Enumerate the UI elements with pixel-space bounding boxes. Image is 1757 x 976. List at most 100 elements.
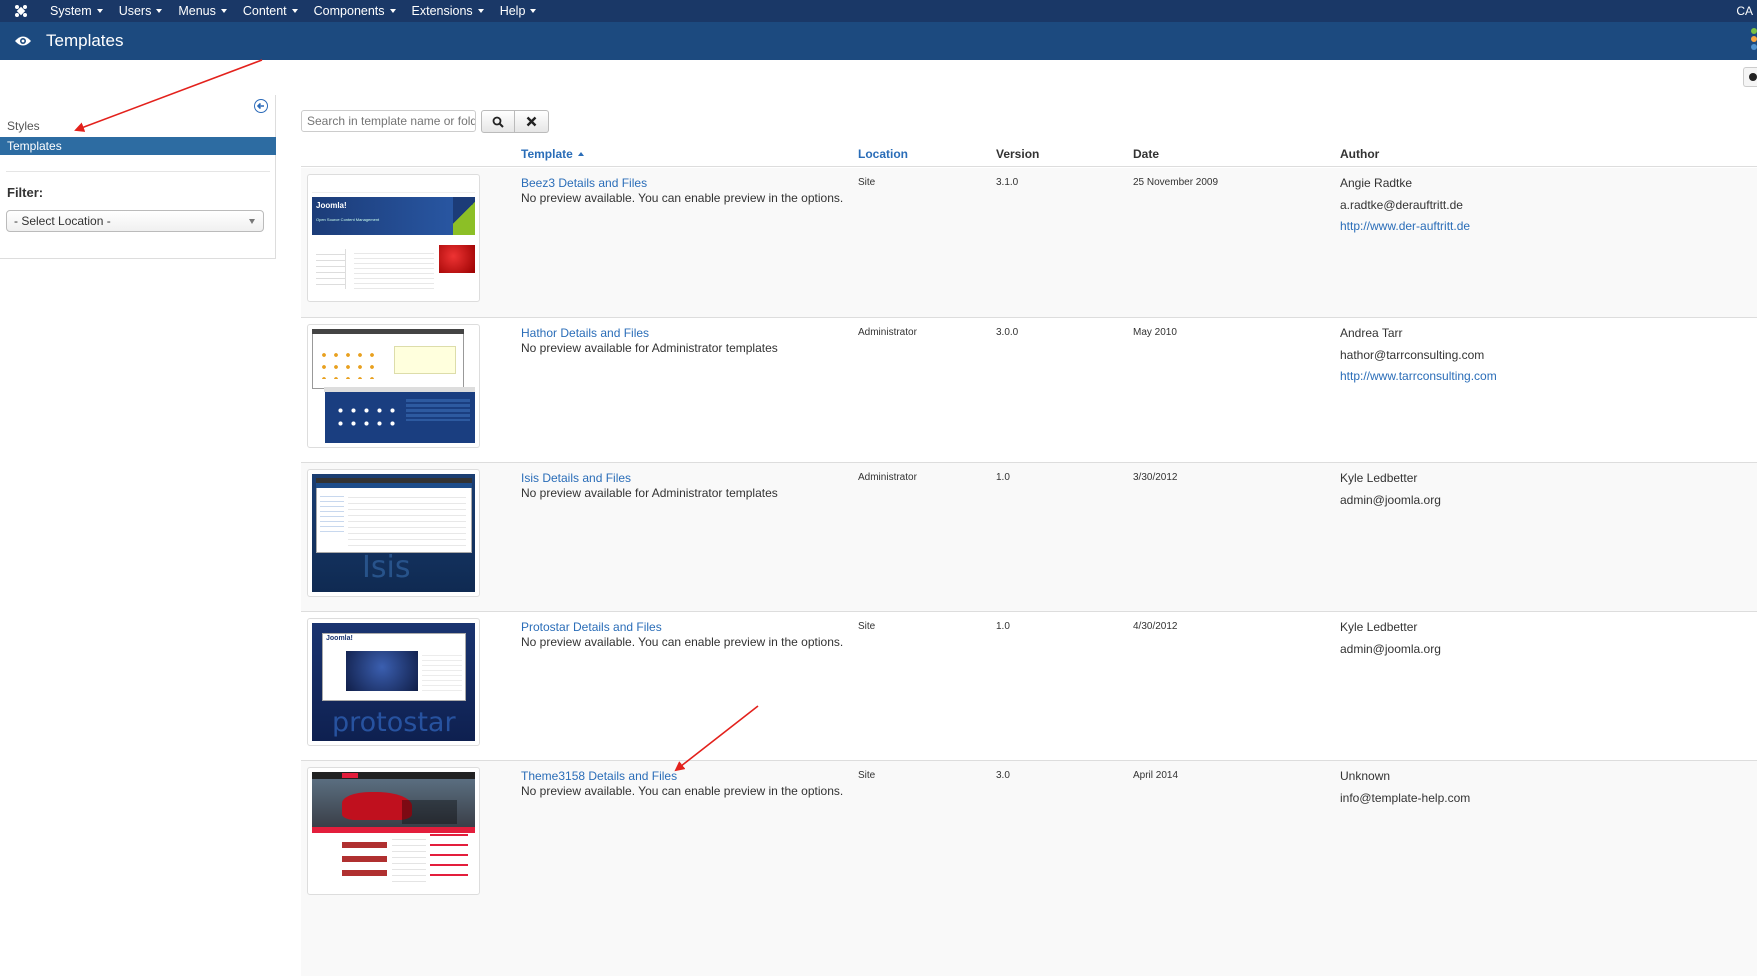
author-name: Kyle Ledbetter bbox=[1340, 471, 1418, 485]
template-link[interactable]: Theme3158 Details and Files bbox=[521, 769, 843, 783]
template-link[interactable]: Isis Details and Files bbox=[521, 471, 778, 485]
template-link[interactable]: Hathor Details and Files bbox=[521, 326, 778, 340]
template-name-cell: Hathor Details and Files No preview avai… bbox=[521, 326, 778, 355]
version-cell: 3.0 bbox=[996, 770, 1010, 781]
preview-note: No preview available for Administrator t… bbox=[521, 486, 778, 500]
table-row: Isis Isis Details and Files No preview a… bbox=[301, 463, 1757, 612]
template-name-cell: Beez3 Details and Files No preview avail… bbox=[521, 176, 843, 205]
author-cell: Kyle Ledbetter admin@joomla.org bbox=[1340, 471, 1441, 514]
date-cell: May 2010 bbox=[1133, 327, 1177, 338]
version-cell: 1.0 bbox=[996, 472, 1010, 483]
column-date: Date bbox=[1133, 147, 1160, 161]
close-icon bbox=[526, 116, 537, 127]
hathor-preview bbox=[312, 329, 475, 443]
template-link[interactable]: Protostar Details and Files bbox=[521, 620, 843, 634]
location-cell: Site bbox=[858, 621, 876, 632]
menu-menus[interactable]: Menus bbox=[170, 0, 235, 22]
template-name-cell: Isis Details and Files No preview availa… bbox=[521, 471, 778, 500]
isis-preview: Isis bbox=[312, 474, 475, 592]
preview-note: No preview available. You can enable pre… bbox=[521, 784, 844, 798]
template-thumbnail[interactable] bbox=[307, 767, 480, 895]
beez3-preview: Joomla! Open Source Content Management bbox=[312, 179, 475, 297]
menu-label: Help bbox=[499, 4, 526, 18]
search-input[interactable] bbox=[301, 110, 476, 132]
caret-down-icon bbox=[530, 9, 537, 13]
caret-down-icon bbox=[220, 9, 227, 13]
collapse-sidebar-icon[interactable] bbox=[254, 99, 268, 113]
author-email: admin@joomla.org bbox=[1340, 492, 1441, 507]
author-url-link[interactable]: http://www.tarrconsulting.com bbox=[1340, 369, 1497, 383]
eye-icon bbox=[0, 35, 46, 47]
menu-components[interactable]: Components bbox=[306, 0, 404, 22]
caret-down-icon bbox=[291, 9, 298, 13]
location-cell: Administrator bbox=[858, 327, 917, 338]
preview-note: No preview available for Administrator t… bbox=[521, 341, 778, 355]
template-thumbnail[interactable] bbox=[307, 324, 480, 448]
menu-help[interactable]: Help bbox=[492, 0, 545, 22]
top-navbar: System Users Menus Content Components Ex… bbox=[0, 0, 1757, 22]
location-select-value: - Select Location - bbox=[14, 214, 111, 228]
menu-label: System bbox=[50, 4, 92, 18]
thumb-label: Isis bbox=[362, 550, 411, 585]
nav-right-link[interactable]: CA bbox=[1736, 0, 1757, 22]
clear-button[interactable] bbox=[515, 110, 549, 133]
sidebar-item-styles[interactable]: Styles bbox=[0, 117, 276, 135]
version-cell: 3.0.0 bbox=[996, 327, 1019, 338]
menu-label: Menus bbox=[178, 4, 216, 18]
author-cell: Kyle Ledbetter admin@joomla.org bbox=[1340, 620, 1441, 663]
thumb-tagline: Open Source Content Management bbox=[316, 217, 380, 222]
template-thumbnail[interactable]: Isis bbox=[307, 469, 480, 597]
joomla-brand-icon bbox=[1751, 28, 1757, 50]
author-url-link[interactable]: http://www.der-auftritt.de bbox=[1340, 219, 1470, 233]
date-cell: 25 November 2009 bbox=[1133, 177, 1219, 188]
location-select[interactable]: - Select Location - bbox=[6, 210, 264, 232]
sidebar-item-templates[interactable]: Templates bbox=[0, 137, 276, 155]
filter-label: Filter: bbox=[7, 185, 44, 200]
menu-content[interactable]: Content bbox=[235, 0, 306, 22]
search-button[interactable] bbox=[481, 110, 515, 133]
column-template[interactable]: Template bbox=[521, 147, 584, 161]
author-name: Andrea Tarr bbox=[1340, 326, 1403, 340]
menu-system[interactable]: System bbox=[42, 0, 111, 22]
theme3158-preview bbox=[312, 772, 475, 890]
sidebar: Styles Templates Filter: - Select Locati… bbox=[0, 95, 276, 259]
table-row: Joomla! protostar Protostar Details and … bbox=[301, 612, 1757, 761]
page-header: Templates bbox=[0, 22, 1757, 60]
sidebar-divider bbox=[6, 171, 270, 172]
joomla-logo-icon[interactable] bbox=[0, 0, 42, 22]
page-title: Templates bbox=[46, 31, 124, 50]
template-name-cell: Theme3158 Details and Files No preview a… bbox=[521, 769, 843, 798]
template-thumbnail[interactable]: Joomla! protostar bbox=[307, 618, 480, 746]
location-cell: Site bbox=[858, 770, 876, 781]
search-icon bbox=[492, 116, 504, 128]
preview-note: No preview available. You can enable pre… bbox=[521, 191, 844, 205]
template-thumbnail[interactable]: Joomla! Open Source Content Management bbox=[307, 174, 480, 302]
main-content: Template Location Version Date Author Jo… bbox=[276, 95, 1757, 976]
author-email: admin@joomla.org bbox=[1340, 641, 1441, 656]
author-cell: Angie Radtke a.radtke@derauftritt.de htt… bbox=[1340, 176, 1470, 241]
date-cell: April 2014 bbox=[1133, 770, 1179, 781]
thumb-brand: Joomla! bbox=[326, 635, 353, 642]
column-location[interactable]: Location bbox=[858, 147, 908, 161]
author-email: a.radtke@derauftritt.de bbox=[1340, 197, 1463, 212]
author-name: Angie Radtke bbox=[1340, 176, 1413, 190]
column-version: Version bbox=[996, 147, 1040, 161]
menu-extensions[interactable]: Extensions bbox=[404, 0, 492, 22]
options-button[interactable] bbox=[1743, 67, 1757, 87]
template-name-cell: Protostar Details and Files No preview a… bbox=[521, 620, 843, 649]
version-cell: 3.1.0 bbox=[996, 177, 1019, 188]
template-link[interactable]: Beez3 Details and Files bbox=[521, 176, 843, 190]
preview-note: No preview available. You can enable pre… bbox=[521, 635, 844, 649]
table-row: Hathor Details and Files No preview avai… bbox=[301, 318, 1757, 463]
date-cell: 4/30/2012 bbox=[1133, 621, 1178, 632]
author-email: hathor@tarrconsulting.com bbox=[1340, 347, 1485, 362]
sort-asc-icon bbox=[577, 152, 584, 156]
thumb-label: protostar bbox=[332, 707, 456, 738]
author-name: Unknown bbox=[1340, 769, 1391, 783]
date-cell: 3/30/2012 bbox=[1133, 472, 1178, 483]
table-row: Joomla! Open Source Content Management B… bbox=[301, 168, 1757, 318]
column-author: Author bbox=[1340, 147, 1380, 161]
menu-label: Components bbox=[313, 4, 385, 18]
menu-users[interactable]: Users bbox=[111, 0, 171, 22]
thumb-brand: Joomla! bbox=[316, 201, 347, 210]
